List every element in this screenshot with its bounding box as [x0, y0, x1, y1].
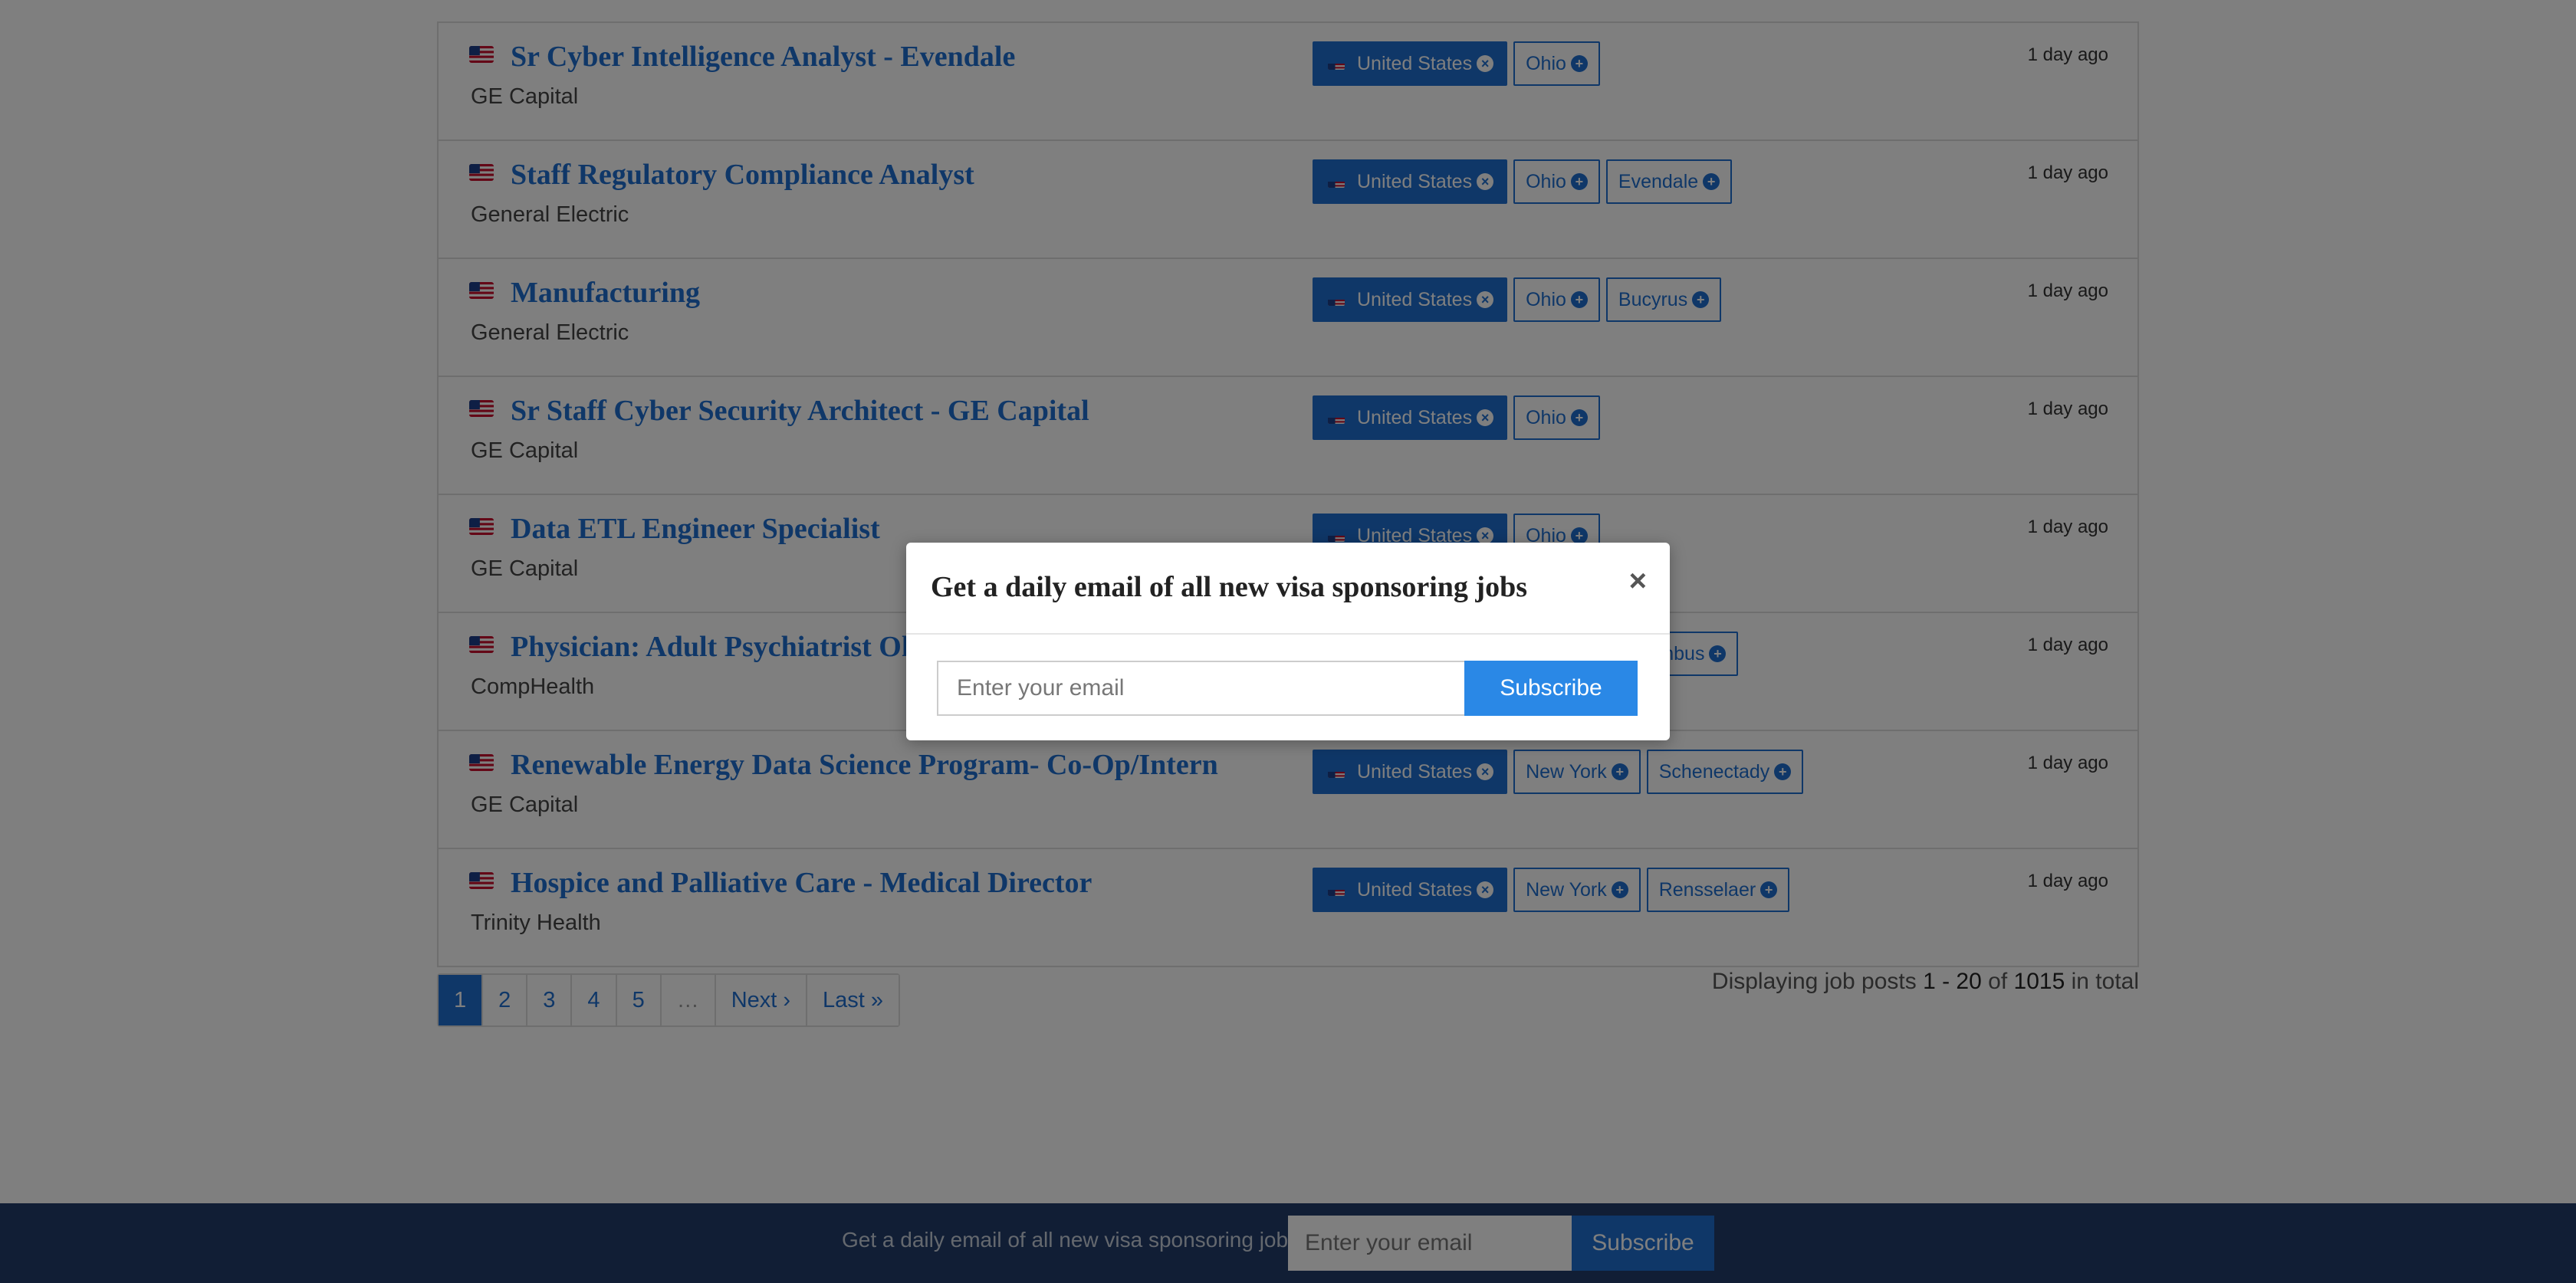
modal-subscribe-button[interactable]: Subscribe — [1464, 661, 1638, 716]
modal-header: Get a daily email of all new visa sponso… — [906, 543, 1670, 635]
subscribe-modal: Get a daily email of all new visa sponso… — [906, 543, 1670, 740]
modal-title: Get a daily email of all new visa sponso… — [931, 571, 1527, 603]
modal-email-input[interactable] — [937, 661, 1466, 716]
close-icon[interactable]: × — [1629, 566, 1647, 596]
